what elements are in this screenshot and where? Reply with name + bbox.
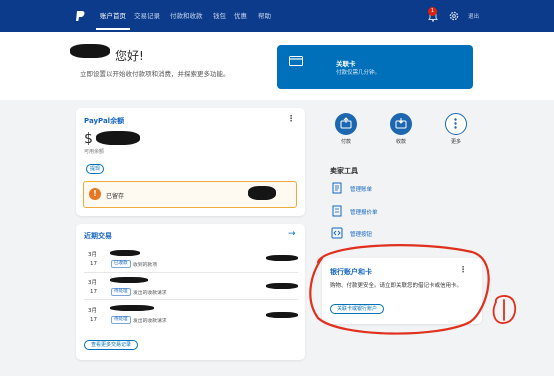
paypal-logo-icon[interactable] <box>76 11 85 21</box>
balance-title: PayPal余额 <box>84 117 125 125</box>
annotation-circle-1 <box>492 295 517 324</box>
nav-item-offers[interactable]: 优惠 <box>234 10 247 20</box>
reserve-label: 已留存 <box>106 193 125 200</box>
link-card-subtitle: 付款仅需几分钟。 <box>336 70 381 76</box>
nav-item-activity[interactable]: 交易记录 <box>134 10 160 20</box>
transaction-day: 17 <box>90 261 97 267</box>
transaction-month: 3月 <box>88 308 97 314</box>
bank-card-menu-icon[interactable]: ⋮ <box>459 265 467 274</box>
redacted-balance <box>96 131 140 145</box>
withdraw-button[interactable]: 提现 <box>86 164 104 174</box>
more-actions-button[interactable] <box>445 113 467 135</box>
nav-item-pay-and-get-paid[interactable]: 付款和收款 <box>170 10 203 20</box>
link-card-banner[interactable] <box>277 45 473 89</box>
welcome-subtitle: 立即设置以开始收付款项和消费，并探索更多功能。 <box>80 70 230 78</box>
send-money-label: 付款 <box>340 139 351 145</box>
greeting-text: 您好! <box>115 49 144 63</box>
redacted-counterparty <box>110 277 148 283</box>
send-money-icon <box>340 117 352 129</box>
transaction-status-tag: 待处理 <box>111 288 131 296</box>
transaction-status-tag: 已收款 <box>111 260 131 268</box>
available-balance-label: 可用余额 <box>84 149 105 155</box>
manage-estimates-link[interactable]: 管理报价单 <box>350 208 378 216</box>
seller-tools-title: 卖家工具 <box>330 167 358 175</box>
notification-badge: 1 <box>428 7 437 16</box>
manage-buttons-link[interactable]: 管理按钮 <box>350 230 372 238</box>
redacted-counterparty <box>110 305 154 311</box>
bank-card-title: 银行账户和卡 <box>330 268 372 276</box>
transaction-description: 收到的款项 <box>133 263 157 268</box>
bank-card-description: 购物、付款更安全。请立即关联您的借记卡或信用卡。 <box>330 283 463 289</box>
transaction-month: 3月 <box>88 280 97 286</box>
divider <box>84 272 298 273</box>
credit-card-icon <box>289 56 303 66</box>
transaction-description: 发出的收款请求 <box>133 319 167 324</box>
transaction-description: 发出的收款请求 <box>133 291 167 296</box>
code-icon <box>331 227 343 239</box>
redacted-name <box>70 44 110 58</box>
more-icon <box>454 118 457 129</box>
link-card-title: 关联卡 <box>336 60 356 68</box>
currency-symbol: $ <box>84 131 93 147</box>
redacted-counterparty <box>110 250 140 256</box>
nav-item-home[interactable]: 账户首页 <box>96 10 130 30</box>
link-card-or-bank-button[interactable]: 关联卡或银行账户 <box>330 304 384 314</box>
invoice-icon <box>332 182 342 194</box>
redacted-amount <box>266 283 298 289</box>
request-money-label: 收款 <box>395 139 406 145</box>
more-actions-label: 更多 <box>450 139 461 145</box>
nav-item-wallet[interactable]: 钱包 <box>213 10 226 20</box>
request-money-button[interactable] <box>390 113 412 135</box>
arrow-right-icon[interactable]: → <box>288 229 296 239</box>
view-more-transactions-button[interactable]: 查看更多交易记录 <box>84 340 138 350</box>
redacted-amount <box>266 255 298 261</box>
transaction-day: 17 <box>90 317 97 323</box>
transaction-status-tag: 待处理 <box>111 316 131 324</box>
nav-item-help[interactable]: 帮助 <box>258 10 271 20</box>
transaction-month: 3月 <box>88 252 97 258</box>
gear-icon[interactable] <box>448 10 460 22</box>
request-money-icon <box>395 118 407 129</box>
redacted-reserve-amount <box>248 186 276 200</box>
recent-transactions-title: 近期交易 <box>84 232 112 240</box>
transaction-day: 17 <box>90 289 97 295</box>
logout-link[interactable]: 退出 <box>468 12 479 20</box>
manage-invoices-link[interactable]: 管理账单 <box>350 185 372 193</box>
estimate-icon <box>332 205 342 217</box>
send-money-button[interactable] <box>335 113 357 135</box>
divider <box>84 299 298 300</box>
balance-menu-icon[interactable]: ⋮ <box>287 114 295 123</box>
warning-icon: ! <box>89 188 101 200</box>
redacted-amount <box>266 312 298 318</box>
